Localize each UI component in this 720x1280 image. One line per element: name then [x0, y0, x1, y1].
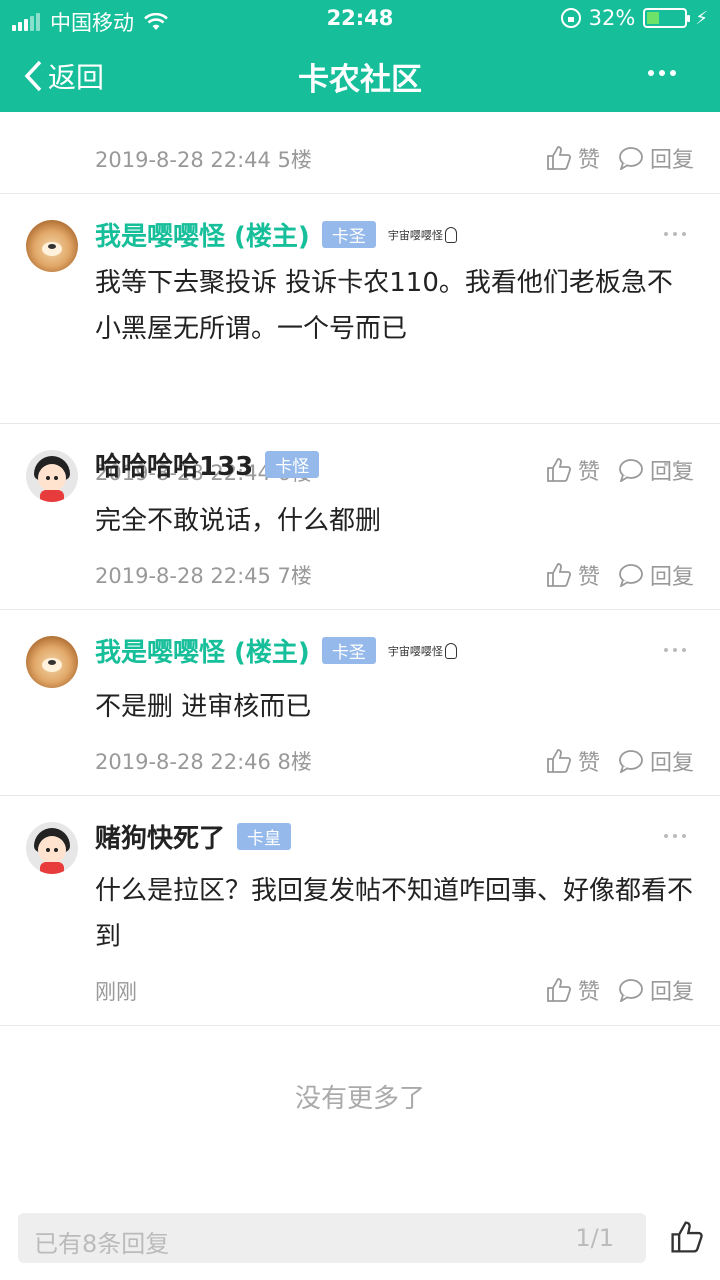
more-options-button[interactable]	[643, 70, 676, 76]
reply-button[interactable]: 回复	[618, 974, 694, 1006]
reply-label: 回复	[649, 565, 694, 590]
signature-badge: 宇宙嘤嘤怪	[388, 226, 457, 243]
list-item: 2019-8-28 22:44 5楼 赞 回复	[0, 112, 720, 194]
reply-label: 回复	[649, 751, 694, 776]
page-indicator[interactable]: 1/1	[575, 1224, 614, 1252]
nav-bar: 返回 卡农社区	[0, 38, 720, 112]
comment-icon	[619, 564, 643, 587]
avatar[interactable]	[26, 220, 78, 272]
level-badge: 卡皇	[237, 823, 292, 850]
list-item: 哈哈哈哈133 卡怪 完全不敢说话，什么都删 2019-8-28 22:45 7…	[0, 424, 720, 610]
avatar[interactable]	[26, 636, 78, 688]
reply-button[interactable]: 回复	[618, 142, 694, 174]
post-content: 我等下去聚投诉 投诉卡农110。我看他们老板急不 小黑屋无所谓。一个号而已	[95, 268, 673, 344]
bottom-bar: 已有8条回复 1/1	[0, 1200, 720, 1280]
level-badge: 卡圣	[321, 637, 376, 664]
status-bar: 中国移动 22:48 32% ⚡	[0, 0, 720, 38]
thumbs-up-icon	[547, 978, 571, 1002]
post-content: 完全不敢说话，什么都删	[95, 506, 382, 536]
reply-button[interactable]: 回复	[618, 559, 694, 591]
battery-percent: 32%	[588, 6, 636, 30]
top-bar: 中国移动 22:48 32% ⚡ 返回 卡农社区	[0, 0, 720, 112]
reply-button[interactable]: 回复	[618, 745, 694, 777]
username[interactable]: 我是嘤嘤怪 (楼主)	[95, 216, 310, 253]
charging-icon: ⚡	[695, 7, 708, 29]
post-menu-button[interactable]	[659, 834, 686, 838]
avatar[interactable]	[26, 822, 78, 874]
level-badge: 卡怪	[265, 451, 320, 478]
thumbs-up-icon	[547, 563, 571, 587]
bulb-icon	[444, 226, 457, 243]
like-label: 赞	[577, 751, 600, 776]
thumbs-up-icon[interactable]	[670, 1220, 704, 1254]
page-title: 卡农社区	[298, 62, 422, 98]
comment-icon	[619, 750, 643, 773]
signature-badge: 宇宙嘤嘤怪	[388, 642, 457, 659]
like-label: 赞	[577, 148, 600, 173]
reply-list: 2019-8-28 22:44 5楼 赞 回复 我是嘤嘤怪 (楼主) 卡圣 宇宙…	[0, 112, 720, 1026]
post-content: 什么是拉区？我回复发帖不知道咋回事、好像都看不到	[95, 876, 694, 952]
reply-input[interactable]: 已有8条回复 1/1	[18, 1213, 646, 1263]
list-item: 赌狗快死了 卡皇 什么是拉区？我回复发帖不知道咋回事、好像都看不到 刚刚 赞 回…	[0, 796, 720, 1026]
like-button[interactable]: 赞	[546, 745, 600, 777]
like-button[interactable]: 赞	[546, 142, 600, 174]
post-menu-button[interactable]	[659, 232, 686, 236]
post-meta: 2019-8-28 22:45 7楼	[95, 564, 312, 588]
like-label: 赞	[577, 565, 600, 590]
reply-input-placeholder: 已有8条回复	[34, 1230, 170, 1258]
post-menu-button[interactable]	[659, 462, 686, 466]
post-content: 不是删 进审核而已	[95, 692, 312, 722]
post-meta: 2019-8-28 22:46 8楼	[95, 750, 312, 774]
like-button[interactable]: 赞	[546, 559, 600, 591]
no-more-label: 没有更多了	[294, 1084, 425, 1114]
rotation-lock-icon	[560, 8, 581, 28]
reply-label: 回复	[649, 148, 694, 173]
comment-icon	[619, 979, 643, 1002]
comment-icon	[619, 147, 643, 170]
reply-label: 回复	[649, 980, 694, 1005]
avatar[interactable]	[26, 450, 78, 502]
post-menu-button[interactable]	[659, 648, 686, 652]
like-label: 赞	[577, 980, 600, 1005]
username[interactable]: 赌狗快死了	[95, 818, 225, 855]
list-item: 我是嘤嘤怪 (楼主) 卡圣 宇宙嘤嘤怪 不是删 进审核而已 2019-8-28 …	[0, 610, 720, 796]
thumbs-up-icon	[547, 146, 571, 170]
battery-icon	[643, 8, 691, 28]
like-button[interactable]: 赞	[546, 974, 600, 1006]
username[interactable]: 哈哈哈哈133	[95, 446, 253, 483]
post-meta: 刚刚	[95, 980, 137, 1004]
list-item: 我是嘤嘤怪 (楼主) 卡圣 宇宙嘤嘤怪 我等下去聚投诉 投诉卡农110。我看他们…	[0, 194, 720, 485]
post-meta: 2019-8-28 22:44 5楼	[95, 148, 312, 172]
bulb-icon	[444, 642, 457, 659]
level-badge: 卡圣	[321, 221, 376, 248]
username[interactable]: 我是嘤嘤怪 (楼主)	[95, 632, 310, 669]
thumbs-up-icon	[547, 749, 571, 773]
